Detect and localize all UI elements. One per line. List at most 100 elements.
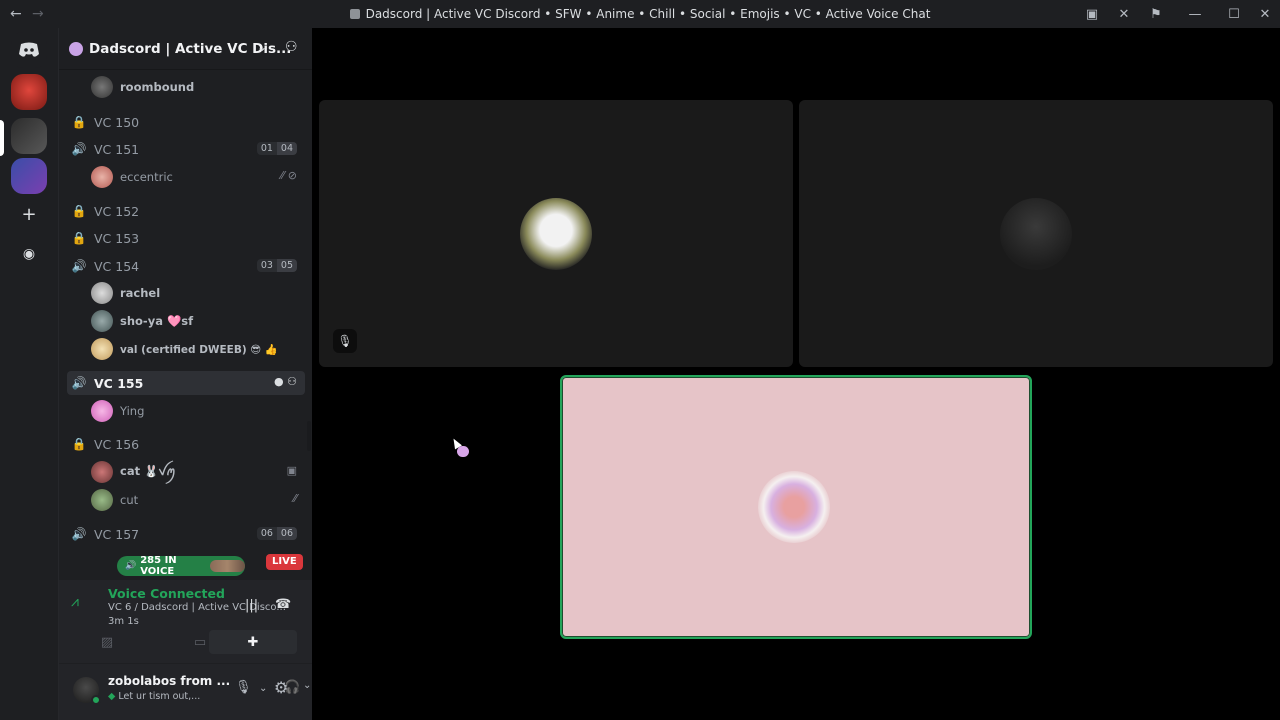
- channel-vc150[interactable]: 🔒 VC 150: [67, 110, 305, 134]
- live-badge[interactable]: LIVE: [266, 554, 303, 570]
- bug-icon[interactable]: ⚑: [1140, 7, 1172, 22]
- member-ying[interactable]: Ying: [91, 398, 305, 424]
- speaker-icon: 🔊: [71, 376, 87, 390]
- activity-icon: ✚: [247, 634, 259, 650]
- speaker-icon: 🔊: [71, 259, 87, 273]
- maximize-icon[interactable]: ☐: [1218, 7, 1250, 22]
- channel-vc152[interactable]: 🔒 VC 152: [67, 199, 305, 223]
- member-val[interactable]: val (certified DWEEB) 😎 👍: [91, 336, 305, 362]
- signal-icon[interactable]: ⩘: [71, 594, 79, 610]
- lock-icon: 🔒: [71, 115, 87, 129]
- channel-vc157[interactable]: 🔊 VC 157 06 06: [67, 522, 305, 546]
- member-name: sho-ya 🩷sf: [120, 314, 194, 328]
- voice-elapsed: 3m 1s: [108, 616, 139, 627]
- avatar: [91, 166, 113, 188]
- channel-vc156[interactable]: 🔒 VC 156: [67, 432, 305, 456]
- voice-stage: 🎙: [312, 28, 1280, 720]
- disconnect-icon[interactable]: ☎: [275, 597, 291, 612]
- channel-name: VC 156: [94, 436, 140, 452]
- video-button[interactable]: ▨: [63, 630, 151, 654]
- member-name: val (certified DWEEB) 😎 👍: [120, 343, 278, 356]
- lock-icon: 🔒: [71, 231, 87, 245]
- channel-name: VC 157: [94, 526, 140, 542]
- chevron-down-icon[interactable]: ⌄: [257, 40, 267, 54]
- user-count: 01: [256, 142, 277, 155]
- user-limit-max: 06: [276, 527, 297, 540]
- activity-button[interactable]: ✚: [209, 630, 297, 654]
- member-roombound[interactable]: roombound: [91, 74, 305, 100]
- noise-suppression-icon[interactable]: |||: [245, 598, 258, 613]
- server-guild-icon: [69, 41, 83, 56]
- user-limit: 06 06: [256, 527, 297, 540]
- member-name: rachel: [120, 286, 161, 300]
- in-voice-pill[interactable]: 🔊 285 IN VOICE: [117, 555, 245, 577]
- member-cut[interactable]: cut ⁄⁄: [91, 487, 305, 513]
- lock-icon: 🔒: [71, 437, 87, 451]
- headphone-options-chevron-icon[interactable]: ⌄: [303, 680, 311, 691]
- video-off-icon: ▨: [100, 634, 114, 650]
- server-icon-dadscord[interactable]: [11, 118, 47, 154]
- tools-icon[interactable]: ✕: [1108, 7, 1140, 22]
- avatar: [91, 338, 113, 360]
- user-count: 03: [256, 259, 277, 272]
- avatar: [91, 489, 113, 511]
- member-cat[interactable]: cat 🐰ꪜꪑ ▣: [91, 459, 305, 485]
- invite-people-icon[interactable]: ⚇: [285, 39, 298, 55]
- active-server-indicator: [0, 120, 4, 156]
- member-name: roombound: [120, 80, 195, 94]
- minimize-icon[interactable]: —: [1172, 7, 1218, 22]
- member-name: eccentric: [120, 170, 173, 184]
- channel-vc155[interactable]: 🔊 VC 155 ● ⚇: [67, 371, 305, 395]
- screen-icon: ▭: [193, 634, 207, 650]
- server-header[interactable]: Dadscord | Active VC Dis... ⌄ ⚇: [59, 28, 313, 70]
- member-sho-ya[interactable]: sho-ya 🩷sf: [91, 308, 305, 334]
- settings-gear-icon[interactable]: ⚙: [274, 678, 288, 697]
- discord-home-button[interactable]: [11, 32, 47, 68]
- user-limit-max: 04: [276, 142, 297, 155]
- channel-vc153[interactable]: 🔒 VC 153: [67, 226, 305, 250]
- window-titlebar: ← → Dadscord | Active VC Discord • SFW •…: [0, 0, 1280, 28]
- mic-options-chevron-icon[interactable]: ⌄: [259, 683, 267, 694]
- streaming-icon: ▣: [286, 464, 297, 477]
- server-rail: + ◉: [0, 28, 58, 720]
- discover-icon[interactable]: ◉: [11, 236, 47, 272]
- lock-icon: 🔒: [71, 204, 87, 218]
- user-limit: 03 05: [256, 259, 297, 272]
- voice-status[interactable]: Voice Connected: [108, 586, 225, 601]
- participant-avatar: [758, 471, 830, 543]
- in-voice-avatars: [209, 560, 245, 572]
- channel-vc154[interactable]: 🔊 VC 154 03 05: [67, 254, 305, 278]
- voice-channel-link[interactable]: VC 6 / Dadscord | Active VC Disco...: [108, 602, 286, 613]
- username[interactable]: zobolabos from ...: [108, 674, 230, 688]
- server-icon-socialize[interactable]: [11, 158, 47, 194]
- participant-tile-speaking[interactable]: [560, 375, 1032, 639]
- participant-avatar: [1000, 198, 1072, 270]
- custom-status-text: Let ur tism out,...: [118, 691, 201, 702]
- member-rachel[interactable]: rachel: [91, 280, 305, 306]
- user-limit: 01 04: [256, 142, 297, 155]
- server-icon-1[interactable]: [11, 74, 47, 110]
- inbox-icon[interactable]: ▣: [1076, 7, 1108, 22]
- online-status-icon: [91, 695, 101, 705]
- speaker-icon: 🔊: [125, 561, 137, 571]
- add-server-icon[interactable]: +: [11, 196, 47, 232]
- avatar: [91, 461, 113, 483]
- voice-connected-panel: ⩘ Voice Connected VC 6 / Dadscord | Acti…: [59, 580, 313, 664]
- chat-invite-icons[interactable]: ● ⚇: [274, 375, 297, 388]
- avatar: [91, 310, 113, 332]
- participant-tile[interactable]: [799, 100, 1273, 367]
- server-icon: [349, 9, 360, 19]
- user-limit-max: 05: [276, 259, 297, 272]
- member-eccentric[interactable]: eccentric ⁄⁄ ⊘: [91, 164, 305, 190]
- channel-name: VC 154: [94, 258, 140, 274]
- avatar: [91, 76, 113, 98]
- channel-name: VC 155: [94, 375, 144, 391]
- microphone-icon[interactable]: 🎙: [235, 680, 252, 695]
- microphone-icon: 🎙: [333, 329, 357, 353]
- participant-avatar: [520, 198, 592, 270]
- participant-tile[interactable]: 🎙: [319, 100, 793, 367]
- close-icon[interactable]: ✕: [1250, 7, 1280, 22]
- member-name: cut: [120, 493, 139, 507]
- scrollbar-thumb[interactable]: [307, 421, 311, 451]
- channel-vc151[interactable]: 🔊 VC 151 01 04: [67, 137, 305, 161]
